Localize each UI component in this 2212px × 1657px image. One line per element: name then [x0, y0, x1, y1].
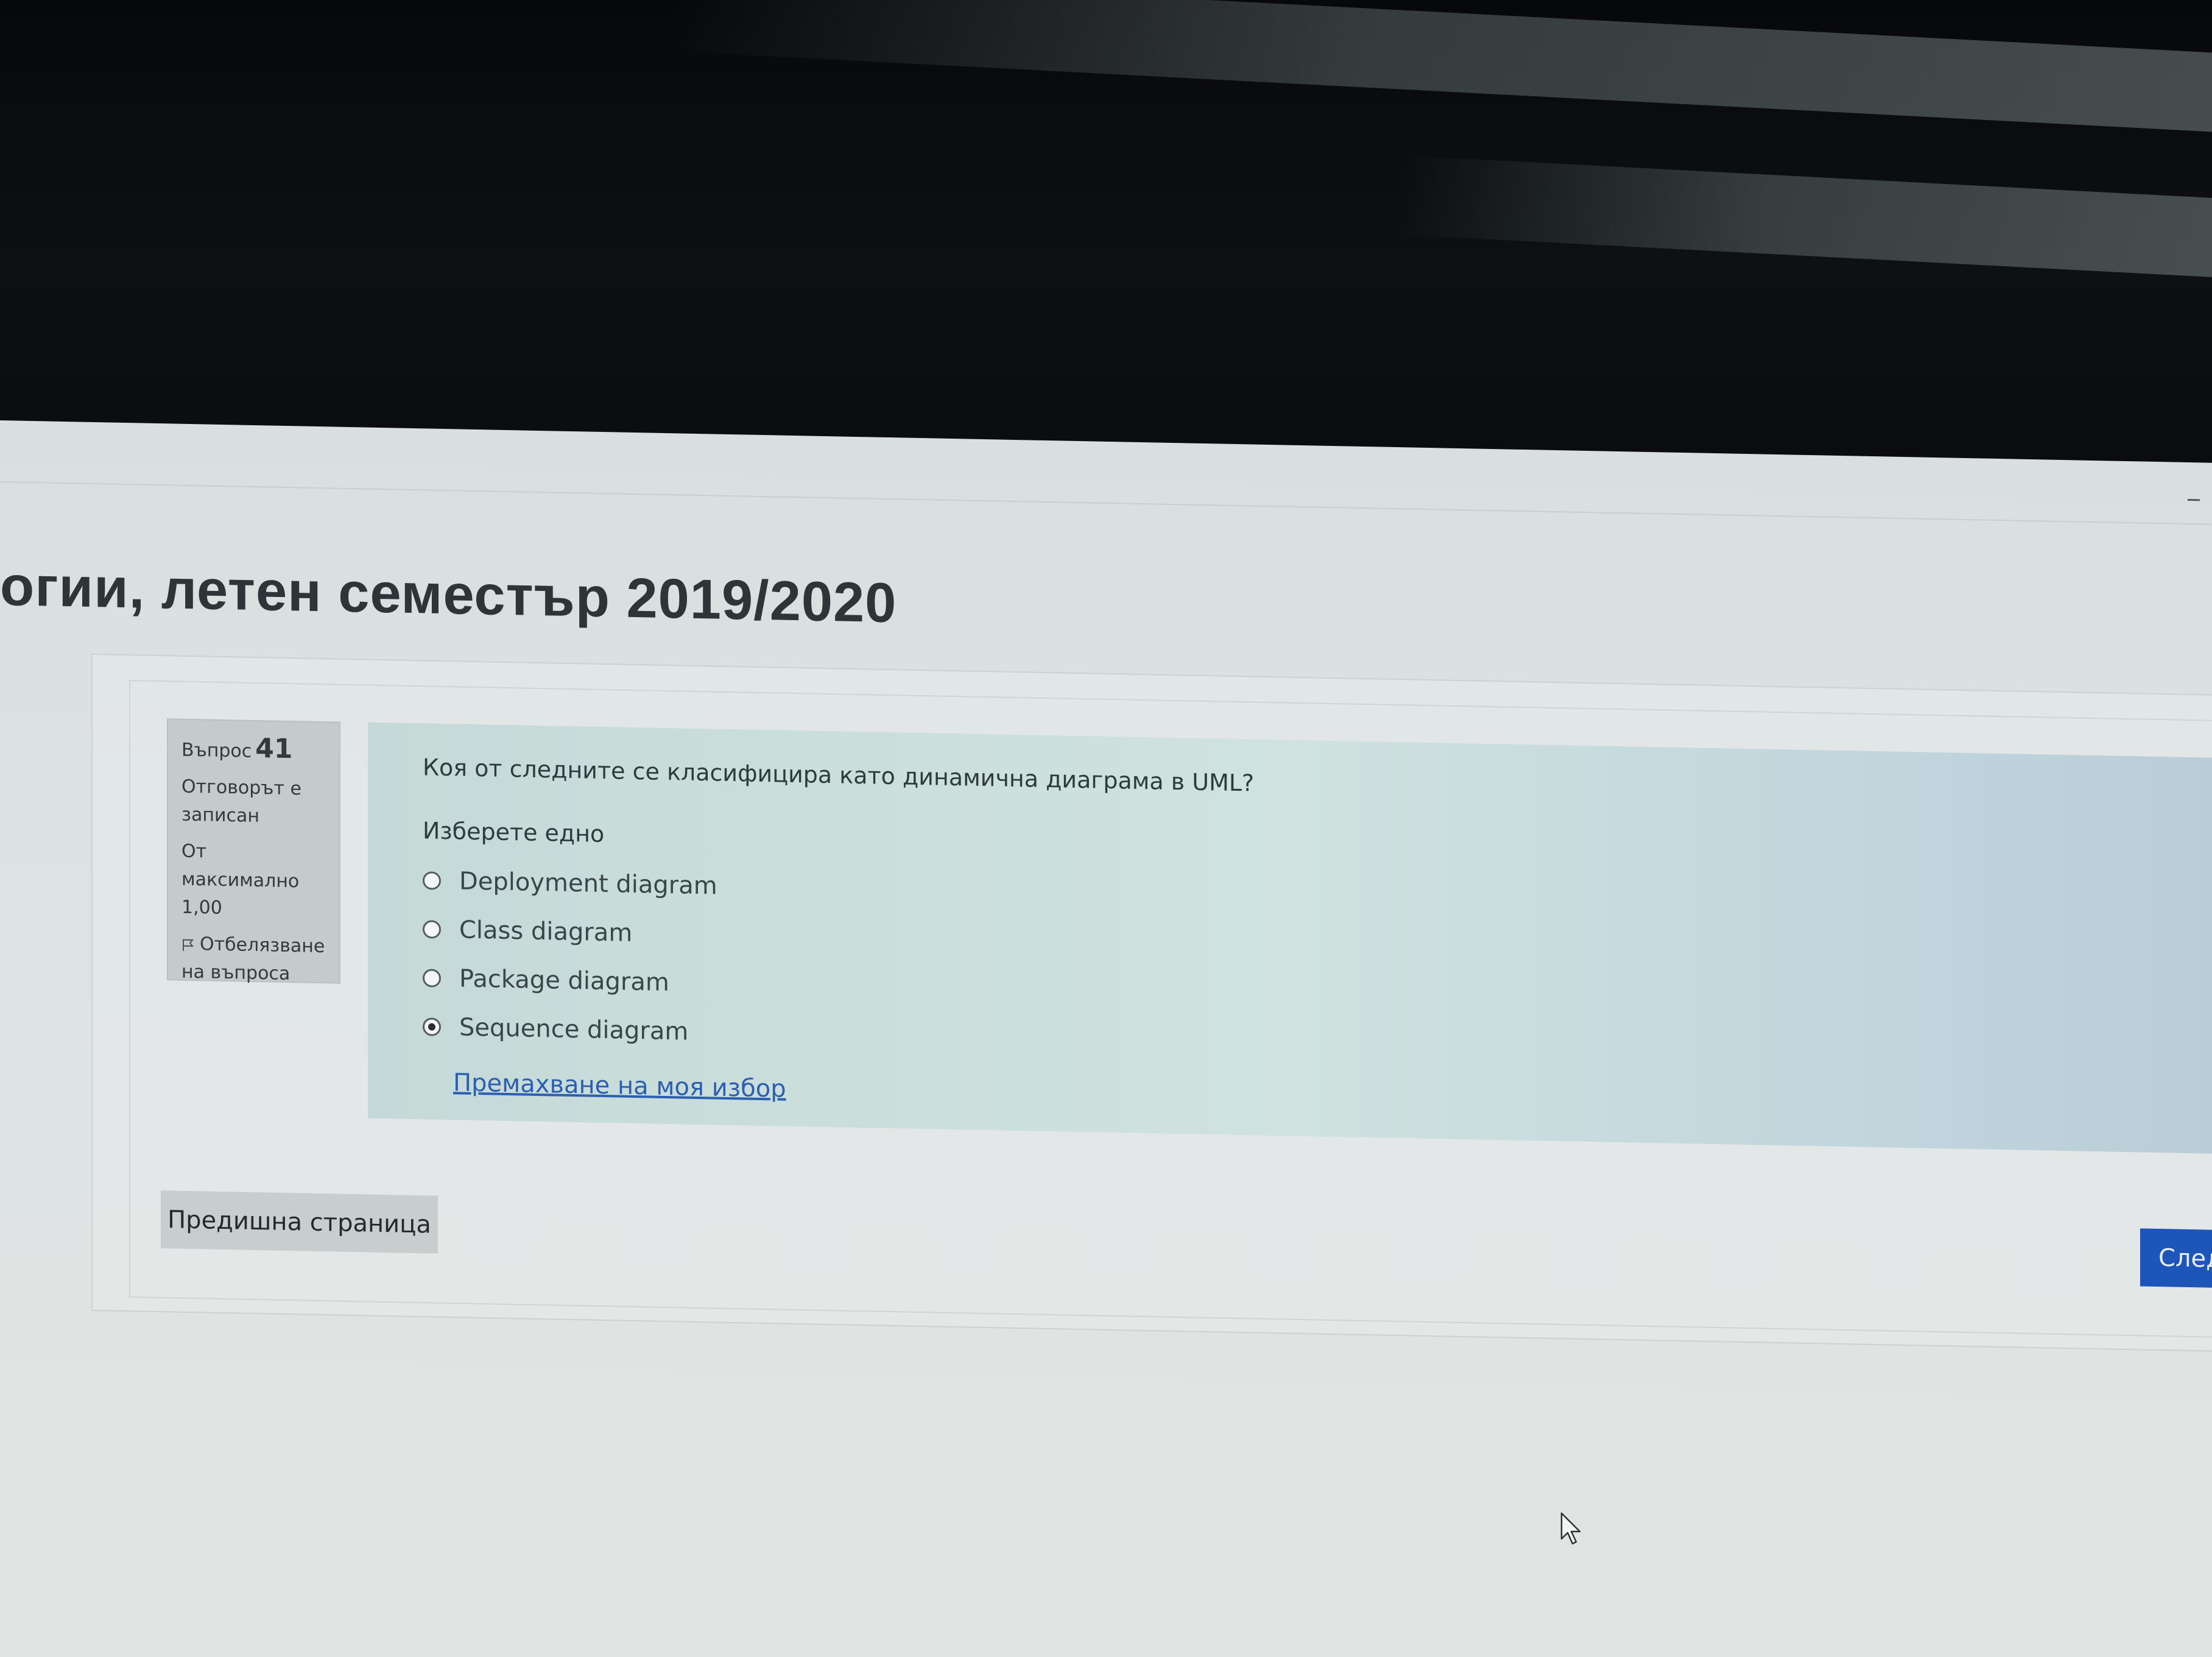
backdrop-stripe [670, 0, 2212, 132]
answer-label[interactable]: Sequence diagram [459, 1013, 688, 1045]
max-grade-value: 1,00 [181, 896, 222, 919]
radio-button[interactable] [423, 920, 441, 939]
question-label: Въпрос [181, 739, 252, 762]
browser-viewport: огии, летен семестър 2019/2020 Въпрос 41 … [0, 420, 2212, 1657]
question-max-grade: От максимално 1,00 [181, 838, 326, 925]
minimize-icon[interactable] [2188, 498, 2200, 501]
flag-label: Отбелязване на въпроса [181, 933, 325, 985]
clear-choice-link[interactable]: Премахване на моя избор [453, 1069, 786, 1103]
question-number-value: 41 [255, 733, 293, 765]
quiz-card: Въпрос 41 Отговорът е записан От максимал… [91, 653, 2212, 1352]
mouse-cursor-icon [1560, 1512, 1581, 1545]
radio-button[interactable] [423, 969, 441, 987]
previous-page-button[interactable]: Предишна страница [161, 1190, 438, 1254]
answer-label[interactable]: Deployment diagram [459, 867, 717, 900]
next-page-button[interactable]: Следващ [2140, 1228, 2212, 1290]
header-divider [0, 481, 2212, 525]
photo-backdrop [0, 0, 2212, 475]
flag-icon [183, 939, 194, 951]
question-info-panel: Въпрос 41 Отговорът е записан От максимал… [167, 718, 340, 984]
answer-label[interactable]: Class diagram [459, 916, 632, 947]
radio-button[interactable] [423, 871, 441, 890]
question-container: Въпрос 41 Отговорът е записан От максимал… [129, 680, 2212, 1338]
question-number: Въпрос 41 [181, 733, 326, 768]
answer-list: Deployment diagram Class diagram Package… [423, 856, 2158, 1084]
flag-question-link[interactable]: Отбелязване на въпроса [181, 930, 326, 989]
question-formulation: Коя от следните се класифицира като дина… [368, 722, 2212, 1154]
question-text: Коя от следните се класифицира като дина… [423, 754, 1255, 797]
answer-label[interactable]: Package diagram [459, 964, 669, 997]
max-grade-label: От максимално [181, 840, 300, 892]
backdrop-stripe [1401, 155, 2212, 277]
question-status: Отговорът е записан [181, 776, 301, 827]
page-title: огии, летен семестър 2019/2020 [0, 555, 897, 635]
radio-button-selected[interactable] [423, 1017, 441, 1036]
